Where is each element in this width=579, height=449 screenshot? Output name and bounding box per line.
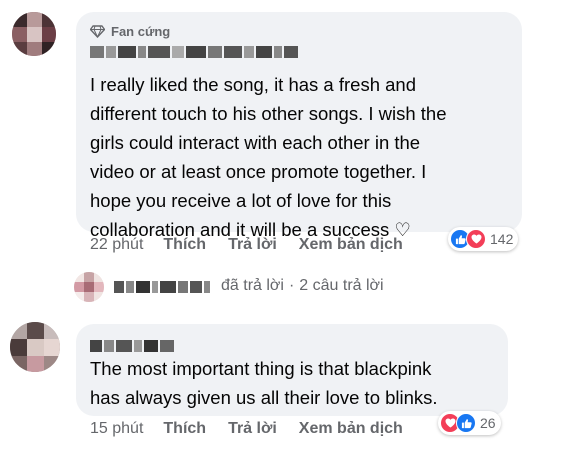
comment-actions-2: 15 phút Thích Trả lời Xem bản dịch [90, 420, 403, 438]
reaction-count: 142 [490, 231, 514, 247]
reply-button[interactable]: Trả lời [228, 236, 277, 254]
diamond-icon [90, 25, 105, 38]
comment-actions: 22 phút Thích Trả lời Xem bản dịch [90, 236, 403, 254]
reply-count-link[interactable]: 2 câu trả lời [299, 277, 383, 295]
like-button-2[interactable]: Thích [163, 420, 206, 438]
comment-timestamp-2[interactable]: 15 phút [90, 420, 143, 438]
translate-button-2[interactable]: Xem bản dịch [299, 420, 403, 438]
commenter-avatar[interactable] [12, 12, 56, 56]
replied-label: đã trả lời [221, 277, 284, 294]
replier-name[interactable] [114, 281, 212, 293]
reaction-summary[interactable]: 142 [448, 227, 519, 251]
translate-button[interactable]: Xem bản dịch [299, 236, 403, 254]
commenter-avatar-2[interactable] [10, 322, 60, 372]
commenter-name-2[interactable] [90, 340, 178, 352]
top-fan-badge: Fan cứng [90, 24, 170, 39]
comment-text: I really liked the song, it has a fresh … [90, 74, 447, 240]
commenter-name[interactable] [90, 46, 300, 58]
reaction-count-2: 26 [480, 415, 496, 431]
badge-label: Fan cứng [111, 24, 171, 39]
replies-summary[interactable]: đã trả lời · 2 câu trả lời [221, 277, 384, 295]
reply-button-2[interactable]: Trả lời [228, 420, 277, 438]
love-icon [466, 229, 486, 249]
replier-avatar[interactable] [74, 272, 104, 302]
like-icon [456, 413, 476, 433]
comment-text-2: The most important thing is that blackpi… [90, 358, 438, 408]
comment-timestamp[interactable]: 22 phút [90, 236, 143, 254]
separator: · [288, 277, 295, 294]
like-button[interactable]: Thích [163, 236, 206, 254]
reaction-summary-2[interactable]: 26 [438, 411, 501, 435]
